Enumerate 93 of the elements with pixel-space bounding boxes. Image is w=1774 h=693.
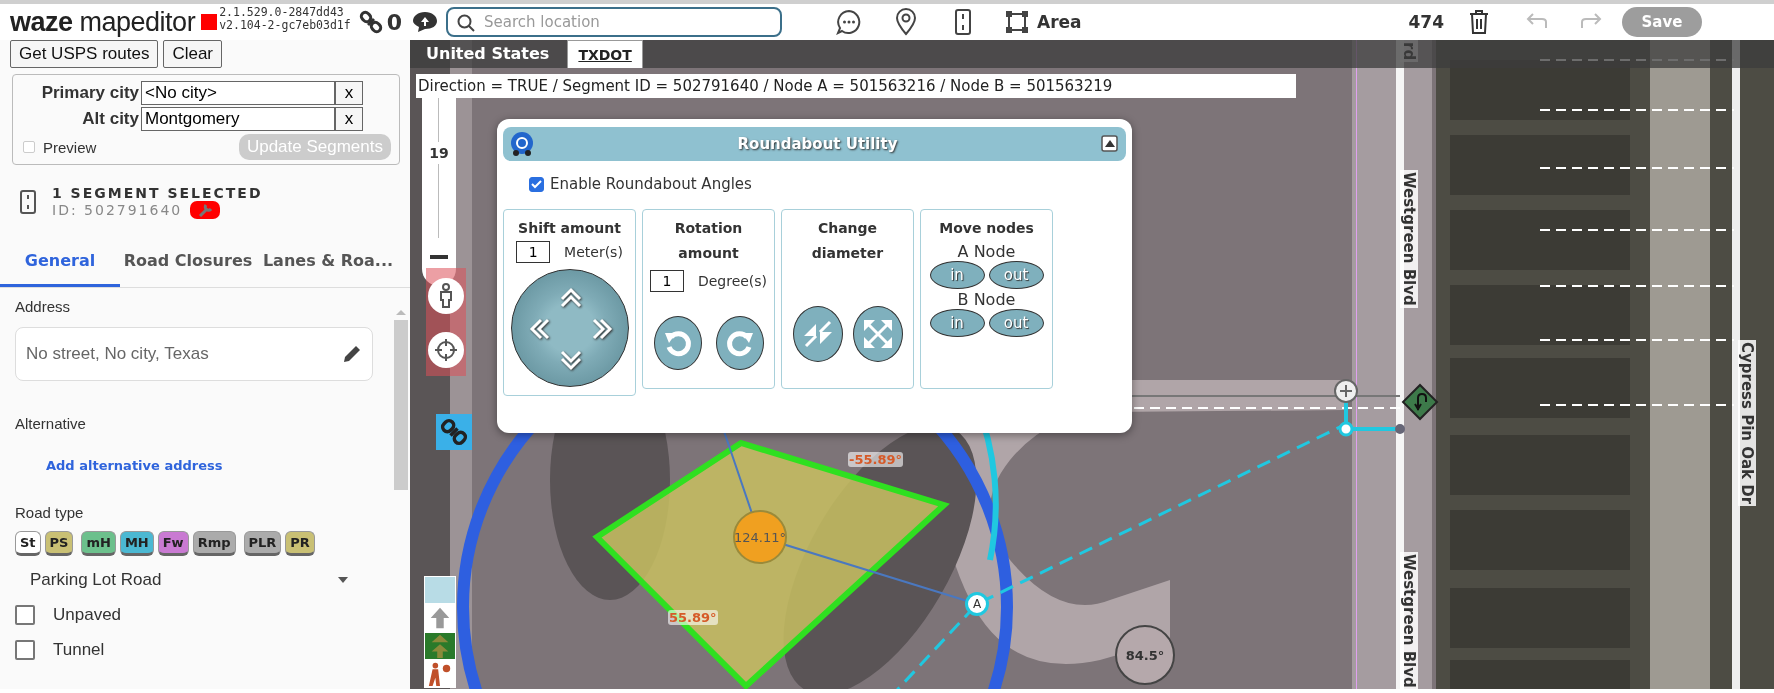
road-type-chip[interactable]: Rmp — [192, 531, 236, 556]
remove-city-button[interactable]: x — [335, 81, 363, 105]
version-text: 2.1.529.0-2847dd43 v2.104-2-gc7eb03d1f — [219, 6, 351, 32]
segment-icon — [20, 190, 36, 214]
section-title: Rotation amount — [673, 219, 744, 263]
link-count: 0 — [386, 9, 402, 35]
layer-tab[interactable]: TXDOT — [567, 40, 643, 68]
panel-title: Roundabout Utility — [737, 135, 898, 153]
road-type-chip[interactable]: PLR — [243, 531, 282, 556]
unit-label: Degree(s) — [697, 273, 768, 289]
address-label: Address — [15, 298, 72, 315]
car-icon — [509, 131, 535, 157]
checkbox-label: Tunnel — [53, 640, 105, 660]
place-pin-icon[interactable] — [894, 8, 917, 36]
road-type-label: Road type — [15, 504, 85, 521]
status-square-icon — [201, 14, 218, 30]
segment-icon[interactable] — [954, 9, 971, 35]
checkbox-label: Unpaved — [53, 605, 122, 625]
checkbox-label: Enable Roundabout Angles — [550, 175, 752, 193]
angle-label: -55.89° — [848, 452, 903, 467]
app-logo: waze mapeditor — [10, 6, 196, 38]
panel-tab[interactable]: Road Closures — [120, 241, 256, 287]
preview-checkbox[interactable] — [23, 141, 35, 153]
remove-city-button[interactable]: x — [335, 107, 363, 131]
section-title: Shift amount — [518, 219, 621, 238]
enable-angles-checkbox[interactable] — [529, 176, 544, 192]
unit-label: Meter(s) — [564, 244, 623, 260]
collapse-icon — [1100, 134, 1120, 154]
crosshair-icon — [434, 338, 458, 362]
link-icon — [440, 418, 468, 446]
segment-id: ID: 502791640 — [52, 202, 183, 218]
arrow-up-icon — [424, 604, 456, 632]
shrink-arrows-icon — [802, 319, 833, 349]
rotation-amount-input[interactable]: 1 — [649, 270, 684, 292]
search-field[interactable]: Search location — [446, 7, 782, 37]
pencil-icon[interactable] — [342, 344, 362, 364]
panel-tab[interactable]: General — [0, 241, 120, 287]
area-select-icon[interactable] — [1005, 10, 1029, 34]
node-label: B Node — [957, 291, 1016, 309]
road-type-chip[interactable]: St — [15, 531, 41, 556]
node-label: A Node — [957, 243, 1016, 261]
field-label: Primary city — [40, 83, 140, 103]
shift-amount-input[interactable]: 1 — [516, 241, 551, 263]
road-type-chip[interactable]: MH — [119, 531, 154, 556]
road-type-chip[interactable]: PS — [44, 531, 74, 556]
road-type-dropdown[interactable]: Parking Lot Road — [30, 570, 348, 590]
road-type-chip[interactable]: Fw — [157, 531, 189, 556]
shrink-button[interactable] — [792, 306, 843, 362]
street-label: Westgreen Blvd — [1400, 552, 1418, 689]
usps-button[interactable]: Get USPS routes — [10, 40, 159, 68]
rotate-right-button[interactable] — [715, 316, 764, 370]
chat-icon[interactable] — [412, 10, 438, 34]
area-label[interactable]: Area — [1037, 12, 1082, 32]
wrench-icon[interactable] — [190, 201, 221, 219]
scrollbar-thumb[interactable] — [394, 320, 408, 490]
caret-icon — [338, 577, 348, 583]
pedestrian-icon — [424, 660, 456, 688]
usps-button[interactable]: Clear — [163, 40, 222, 68]
add-alternative-link[interactable]: Add alternative address — [46, 458, 223, 473]
selection-title: 1 SEGMENT SELECTED — [52, 185, 263, 201]
person-icon — [438, 283, 454, 309]
city-input[interactable]: <No city> — [141, 81, 335, 105]
segment-info-bar: Direction = TRUE / Segment ID = 502791640 / Node A = 501563216 / Node B = 501563219 — [416, 74, 1296, 98]
section-title: Move nodes — [939, 219, 1034, 238]
preview-label: Preview — [43, 138, 97, 156]
angle-label: 55.89° — [668, 610, 718, 625]
country-label: United States — [426, 44, 550, 65]
rotate-left-button[interactable] — [653, 316, 702, 370]
city-input[interactable]: Montgomery — [141, 107, 335, 131]
link-icon[interactable] — [358, 10, 383, 34]
permalink-button[interactable] — [436, 414, 472, 450]
rotate-right-icon — [724, 328, 755, 358]
address-field[interactable]: No street, No city, Texas — [15, 327, 373, 381]
checkbox[interactable] — [15, 605, 35, 625]
legend-swatch — [424, 576, 456, 604]
field-label: Alt city — [81, 109, 140, 129]
alternative-label: Alternative — [15, 415, 87, 432]
section-title: Change diameter — [810, 219, 885, 263]
street-label: Cypress Pin Oak Dr — [1738, 340, 1756, 507]
comment-icon[interactable] — [835, 9, 862, 35]
rotate-left-icon — [662, 328, 693, 358]
expand-button[interactable] — [852, 306, 903, 362]
zoom-control[interactable]: 19 — [422, 98, 456, 286]
checkbox[interactable] — [15, 640, 35, 660]
expand-arrows-icon — [861, 318, 894, 350]
street-label: Westgreen Blvd — [1400, 170, 1418, 308]
edit-count: 474 — [1408, 12, 1444, 32]
search-icon — [457, 14, 475, 32]
road-type-chip[interactable]: PR — [285, 531, 315, 556]
collapse-button[interactable] — [1100, 134, 1120, 154]
trash-icon[interactable] — [1468, 9, 1490, 35]
panel-tab[interactable]: Lanes & Roa... — [256, 241, 400, 287]
road-type-chip[interactable]: mH — [81, 531, 116, 556]
